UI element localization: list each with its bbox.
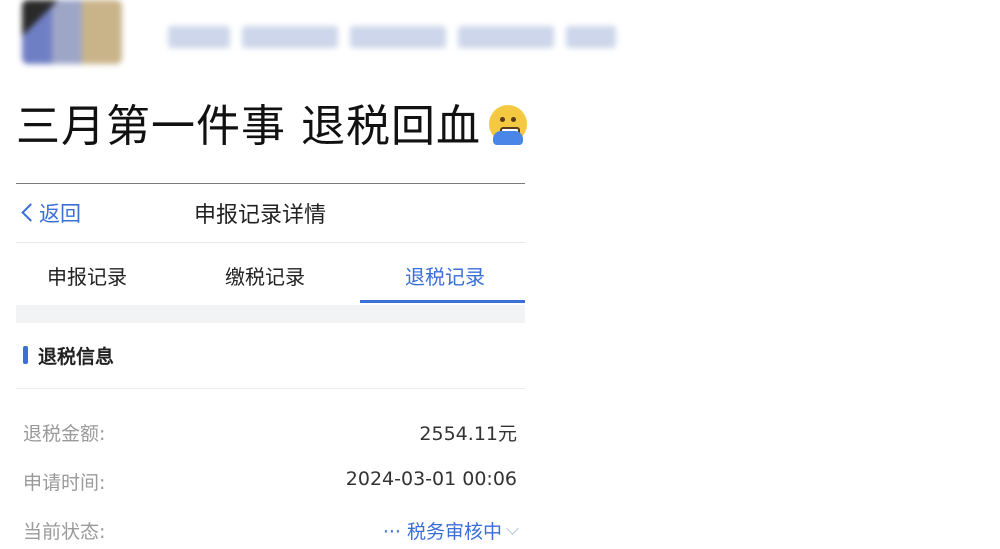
username-blurred (168, 24, 628, 50)
post-title-text: 三月第一件事 退税回血 (16, 101, 481, 152)
refund-amount-row: 退税金额: 2554.11元 (16, 411, 525, 451)
avatar[interactable] (22, 0, 122, 64)
post-header (0, 0, 1000, 80)
application-time-row: 申请时间: 2024-03-01 00:06 (16, 460, 525, 500)
back-label: 返回 (39, 202, 81, 226)
chevron-left-icon (21, 203, 40, 222)
record-tabs: 申报记录 缴税记录 退税记录 (16, 243, 525, 305)
current-status-value[interactable]: ··· 税务审核中 (382, 517, 519, 544)
application-time-label: 申请时间: (23, 472, 106, 494)
page-title: 申报记录详情 (194, 203, 327, 228)
post-title: 三月第一件事 退税回血 (16, 90, 529, 154)
tab-refund-records[interactable]: 退税记录 (405, 261, 485, 290)
grimacing-face-emoji-icon (489, 105, 529, 145)
active-tab-indicator (360, 300, 525, 303)
tab-payment-records[interactable]: 缴税记录 (225, 261, 305, 290)
refund-amount-label: 退税金额: (23, 423, 106, 445)
refund-amount-value: 2554.11元 (419, 423, 517, 445)
nav-bar: 返回 申报记录详情 (16, 184, 525, 243)
current-status-label: 当前状态: (23, 521, 106, 543)
application-time-value: 2024-03-01 00:06 (345, 468, 517, 490)
back-button[interactable]: 返回 (20, 198, 81, 228)
tab-declaration-records[interactable]: 申报记录 (47, 261, 127, 290)
section-title: 退税信息 (38, 346, 115, 368)
refund-info-header: 退税信息 (16, 323, 525, 389)
status-text: ··· 税务审核中 (382, 521, 502, 543)
chevron-down-icon (506, 522, 519, 535)
section-accent-bar (23, 346, 28, 364)
current-status-row[interactable]: 当前状态: ··· 税务审核中 (16, 509, 525, 549)
tax-app-screenshot: 返回 申报记录详情 申报记录 缴税记录 退税记录 退税信息 退税金额: 2554… (16, 183, 525, 545)
section-spacer (16, 305, 525, 323)
